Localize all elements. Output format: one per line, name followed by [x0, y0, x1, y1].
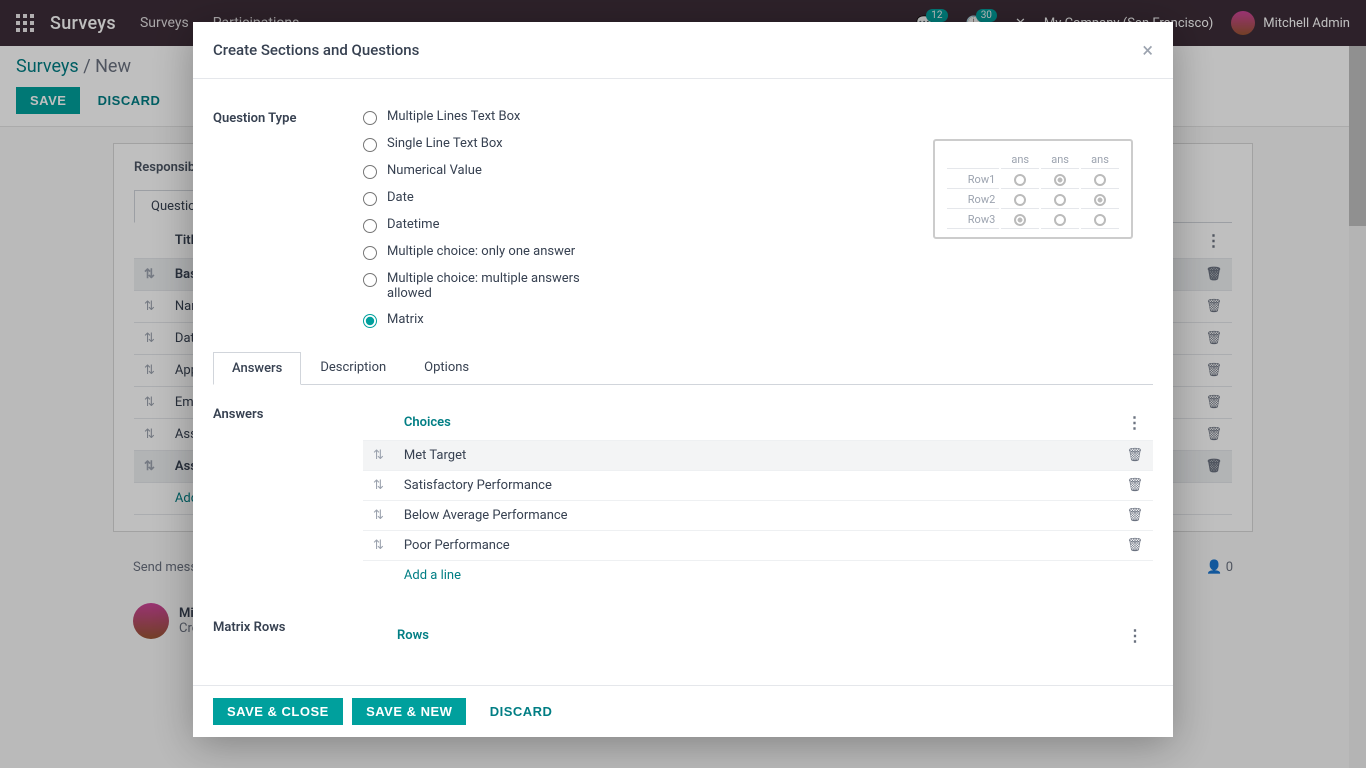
- answers-label: Answers: [213, 405, 363, 590]
- choice-row: ⇅Met Target🗑: [363, 441, 1153, 471]
- modal-title: Create Sections and Questions: [213, 41, 419, 59]
- modal-discard-button[interactable]: DISCARD: [476, 698, 567, 725]
- trash-icon[interactable]: 🗑: [1116, 531, 1153, 561]
- question-type-label: Question Type: [213, 109, 363, 339]
- rows-header: Rows: [387, 618, 1117, 653]
- trash-icon[interactable]: 🗑: [1116, 441, 1153, 471]
- rows-menu-icon[interactable]: ⋮: [1127, 626, 1143, 645]
- tab-answers[interactable]: Answers: [213, 352, 301, 385]
- radio-matrix[interactable]: Matrix: [363, 312, 1153, 328]
- choices-header: Choices: [394, 405, 1117, 441]
- save-new-button[interactable]: SAVE & NEW: [352, 698, 466, 725]
- choices-table: Choices ⋮ ⇅Met Target🗑 ⇅Satisfactory Perf…: [363, 405, 1153, 590]
- choice-row: ⇅Poor Performance🗑: [363, 531, 1153, 561]
- trash-icon[interactable]: 🗑: [1116, 471, 1153, 501]
- tab-description[interactable]: Description: [301, 351, 405, 384]
- modal: Create Sections and Questions × Question…: [193, 22, 1173, 737]
- add-line-link[interactable]: Add a line: [404, 568, 461, 583]
- drag-handle-icon[interactable]: ⇅: [363, 531, 394, 561]
- radio-mc-multi[interactable]: Multiple choice: multiple answers allowe…: [363, 271, 1153, 301]
- matrix-preview: ansansans Row1 Row2 Row3: [933, 139, 1133, 239]
- choice-row: ⇅Satisfactory Performance🗑: [363, 471, 1153, 501]
- save-close-button[interactable]: SAVE & CLOSE: [213, 698, 343, 725]
- tab-options[interactable]: Options: [405, 351, 488, 384]
- drag-handle-icon[interactable]: ⇅: [363, 441, 394, 471]
- trash-icon[interactable]: 🗑: [1116, 501, 1153, 531]
- matrix-rows-label: Matrix Rows: [213, 618, 363, 653]
- radio-mc-one[interactable]: Multiple choice: only one answer: [363, 244, 1153, 260]
- choices-menu-icon[interactable]: ⋮: [1126, 413, 1142, 432]
- drag-handle-icon[interactable]: ⇅: [363, 501, 394, 531]
- drag-handle-icon[interactable]: ⇅: [363, 471, 394, 501]
- choice-row: ⇅Below Average Performance🗑: [363, 501, 1153, 531]
- rows-table: Rows ⋮: [363, 618, 1153, 653]
- radio-multiline[interactable]: Multiple Lines Text Box: [363, 109, 1153, 125]
- close-icon[interactable]: ×: [1142, 38, 1153, 62]
